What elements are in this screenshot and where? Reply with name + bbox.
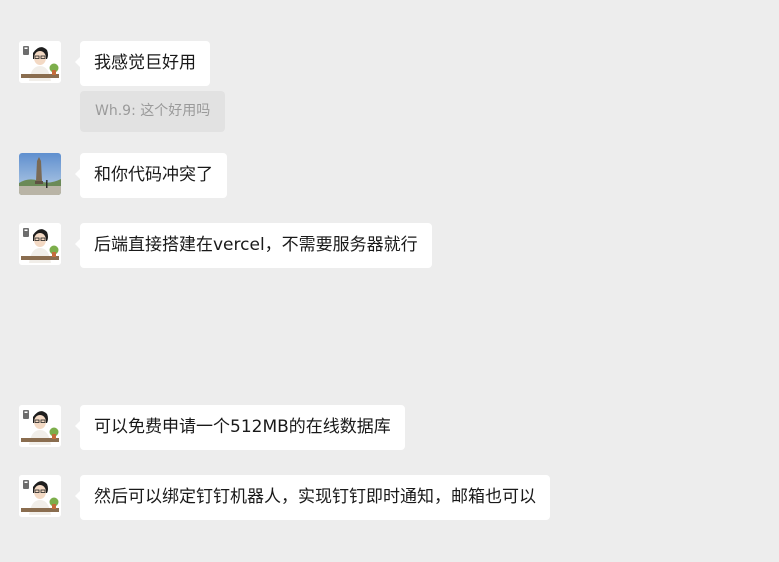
cartoon-man-avatar-icon[interactable] (19, 41, 61, 83)
cartoon-man-avatar-icon[interactable] (19, 223, 61, 265)
quoted-reply[interactable]: Wh.9: 这个好用吗 (80, 91, 226, 132)
landscape-photo-avatar-icon[interactable] (19, 153, 61, 195)
message-text: 后端直接搭建在vercel，不需要服务器就行 (94, 235, 418, 255)
message-text: 可以免费申请一个512MB的在线数据库 (94, 417, 391, 437)
message-bubble[interactable]: 和你代码冲突了 (75, 153, 227, 198)
cartoon-man-avatar-icon[interactable] (19, 405, 61, 447)
message-text: 我感觉巨好用 (94, 53, 196, 73)
message-bubble[interactable]: 我感觉巨好用 (75, 41, 210, 86)
message-text: 和你代码冲突了 (94, 165, 213, 185)
message-bubble[interactable]: 可以免费申请一个512MB的在线数据库 (75, 405, 405, 450)
cartoon-man-avatar-icon[interactable] (19, 475, 61, 517)
message-bubble[interactable]: 后端直接搭建在vercel，不需要服务器就行 (75, 223, 432, 268)
quoted-reply-text: Wh.9: 这个好用吗 (95, 103, 211, 119)
message-text: 然后可以绑定钉钉机器人，实现钉钉即时通知，邮箱也可以 (94, 487, 536, 507)
message-bubble[interactable]: 然后可以绑定钉钉机器人，实现钉钉即时通知，邮箱也可以 (75, 475, 550, 520)
